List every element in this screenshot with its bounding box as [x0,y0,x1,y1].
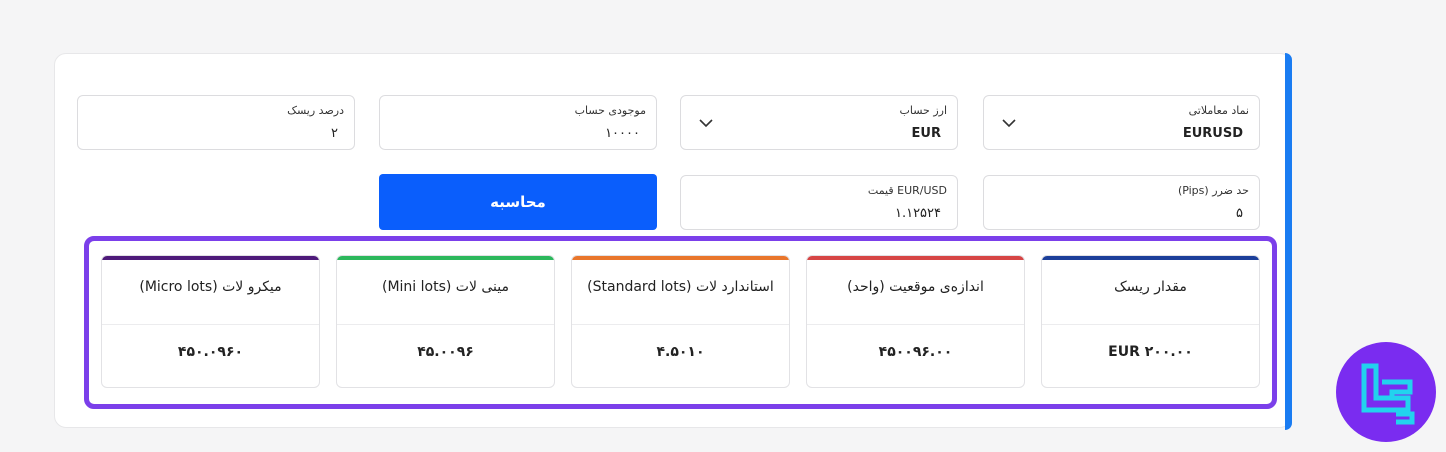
result-card-micro-lots: میکرو لات (Micro lots) ۴۵۰.۰۹۶۰ [101,255,320,388]
result-title: میکرو لات (Micro lots) [139,279,282,295]
risk-percent-field[interactable]: درصد ریسک ۲ [77,95,355,150]
chevron-down-icon[interactable] [699,118,713,128]
divider [572,324,789,325]
risk-percent-value[interactable]: ۲ [331,126,338,141]
result-title: اندازه‌ی موقعیت (واحد) [847,279,984,295]
price-label: EUR/USD قیمت [867,184,947,197]
result-card-top-bar [572,256,789,260]
stop-loss-label: حد ضرر (Pips) [1177,184,1249,197]
price-field[interactable]: EUR/USD قیمت ۱.۱۲۵۲۴ [680,175,958,230]
tc-logo-icon [1361,363,1415,425]
risk-percent-label: درصد ریسک [287,104,344,117]
result-card-mini-lots: مینی لات (Mini lots) ۴۵.۰۰۹۶ [336,255,555,388]
result-value: ۴۵۰۰۹۶.۰۰ [878,344,953,360]
result-title: استاندارد لات (Standard lots) [587,279,774,295]
divider [1042,324,1259,325]
result-card-top-bar [807,256,1024,260]
currency-value: EUR [911,126,941,141]
card-accent-bar [1285,53,1292,430]
result-value: ۴۵.۰۰۹۶ [417,344,474,360]
result-card-top-bar [1042,256,1259,260]
stop-loss-value[interactable]: ۵ [1236,206,1243,221]
divider [102,324,319,325]
balance-value[interactable]: ۱۰۰۰۰ [605,126,640,141]
result-card-top-bar [337,256,554,260]
currency-label: ارز حساب [899,104,948,117]
result-value: EUR ۲۰۰.۰۰ [1108,344,1193,360]
calculate-button[interactable]: محاسبه [379,174,657,230]
result-card-standard-lots: استاندارد لات (Standard lots) ۴.۵۰۱۰ [571,255,790,388]
divider [807,324,1024,325]
balance-field[interactable]: موجودی حساب ۱۰۰۰۰ [379,95,657,150]
result-title: مینی لات (Mini lots) [381,279,510,295]
symbol-value: EURUSD [1182,126,1243,141]
divider [337,324,554,325]
result-value: ۴.۵۰۱۰ [656,344,705,360]
currency-select[interactable]: ارز حساب EUR [680,95,958,150]
symbol-label: نماد معاملاتی [1188,104,1249,117]
tc-logo [1336,342,1436,442]
result-value: ۴۵۰.۰۹۶۰ [177,344,244,360]
price-value[interactable]: ۱.۱۲۵۲۴ [895,206,941,221]
result-title: مقدار ریسک [1114,279,1187,295]
result-card-top-bar [102,256,319,260]
chevron-down-icon[interactable] [1002,118,1016,128]
balance-label: موجودی حساب [574,104,646,117]
result-card-position-size: اندازه‌ی موقعیت (واحد) ۴۵۰۰۹۶.۰۰ [806,255,1025,388]
symbol-select[interactable]: نماد معاملاتی EURUSD [983,95,1260,150]
stop-loss-field[interactable]: حد ضرر (Pips) ۵ [983,175,1260,230]
result-card-risk-amount: مقدار ریسک EUR ۲۰۰.۰۰ [1041,255,1260,388]
